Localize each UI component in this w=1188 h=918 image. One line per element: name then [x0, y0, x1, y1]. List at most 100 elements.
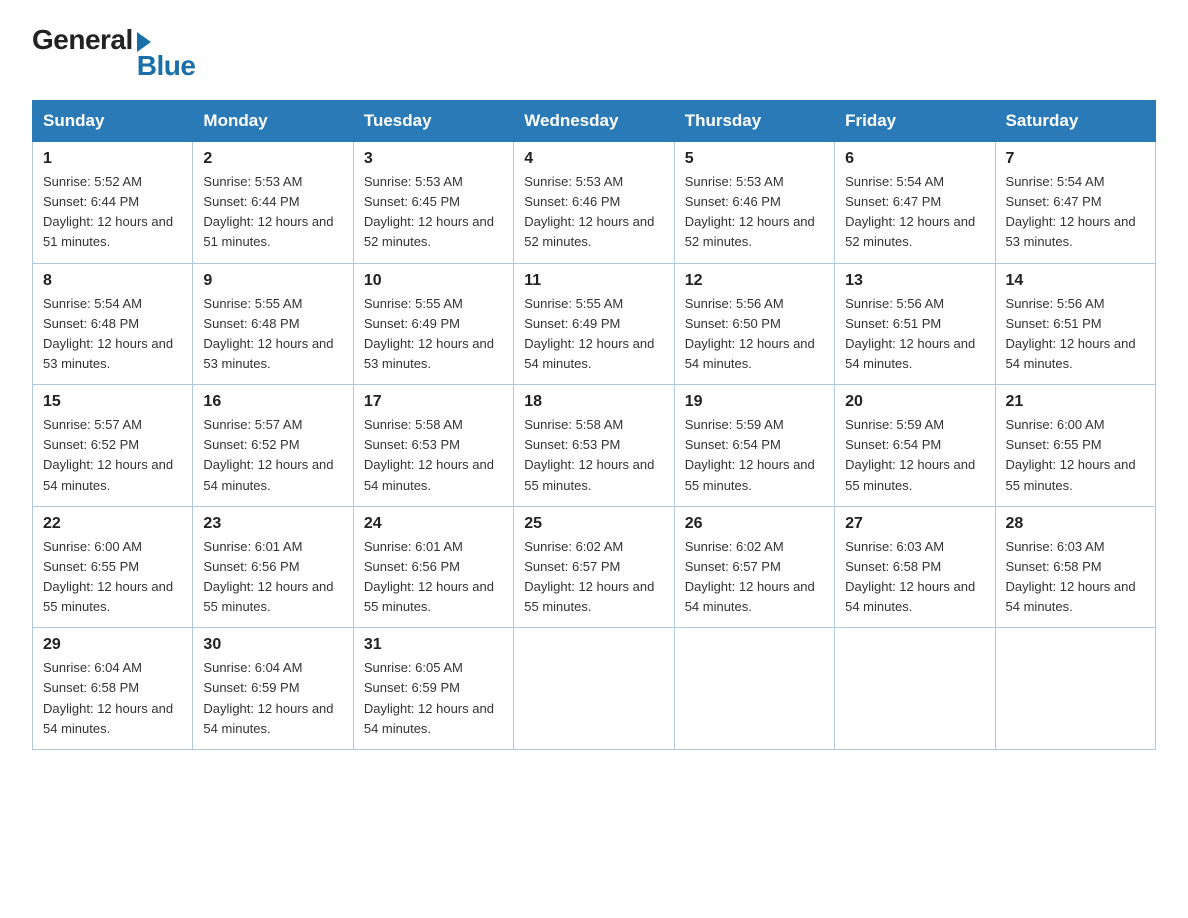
day-number: 6: [845, 150, 984, 168]
day-number: 16: [203, 393, 342, 411]
calendar-cell: 8 Sunrise: 5:54 AMSunset: 6:48 PMDayligh…: [33, 263, 193, 385]
calendar-cell: 4 Sunrise: 5:53 AMSunset: 6:46 PMDayligh…: [514, 142, 674, 264]
logo-blue-text: Blue: [137, 50, 196, 82]
day-number: 5: [685, 150, 824, 168]
calendar-header-row: SundayMondayTuesdayWednesdayThursdayFrid…: [33, 101, 1156, 142]
calendar-cell: 3 Sunrise: 5:53 AMSunset: 6:45 PMDayligh…: [353, 142, 513, 264]
day-number: 29: [43, 636, 182, 654]
calendar-cell: [995, 628, 1155, 750]
day-number: 12: [685, 272, 824, 290]
day-number: 17: [364, 393, 503, 411]
calendar-cell: 22 Sunrise: 6:00 AMSunset: 6:55 PMDaylig…: [33, 506, 193, 628]
day-info: Sunrise: 5:54 AMSunset: 6:47 PMDaylight:…: [1006, 174, 1136, 249]
calendar-cell: 2 Sunrise: 5:53 AMSunset: 6:44 PMDayligh…: [193, 142, 353, 264]
calendar-cell: 14 Sunrise: 5:56 AMSunset: 6:51 PMDaylig…: [995, 263, 1155, 385]
day-info: Sunrise: 5:55 AMSunset: 6:48 PMDaylight:…: [203, 296, 333, 371]
day-info: Sunrise: 6:04 AMSunset: 6:58 PMDaylight:…: [43, 660, 173, 735]
day-number: 28: [1006, 515, 1145, 533]
day-number: 31: [364, 636, 503, 654]
week-row-5: 29 Sunrise: 6:04 AMSunset: 6:58 PMDaylig…: [33, 628, 1156, 750]
day-info: Sunrise: 6:01 AMSunset: 6:56 PMDaylight:…: [203, 539, 333, 614]
day-number: 8: [43, 272, 182, 290]
day-number: 13: [845, 272, 984, 290]
day-info: Sunrise: 6:04 AMSunset: 6:59 PMDaylight:…: [203, 660, 333, 735]
day-number: 10: [364, 272, 503, 290]
calendar-cell: 17 Sunrise: 5:58 AMSunset: 6:53 PMDaylig…: [353, 385, 513, 507]
day-info: Sunrise: 5:54 AMSunset: 6:48 PMDaylight:…: [43, 296, 173, 371]
calendar-cell: 21 Sunrise: 6:00 AMSunset: 6:55 PMDaylig…: [995, 385, 1155, 507]
calendar-cell: 29 Sunrise: 6:04 AMSunset: 6:58 PMDaylig…: [33, 628, 193, 750]
day-info: Sunrise: 5:53 AMSunset: 6:46 PMDaylight:…: [524, 174, 654, 249]
day-number: 25: [524, 515, 663, 533]
logo-arrow-icon: [137, 32, 151, 52]
day-number: 19: [685, 393, 824, 411]
calendar-cell: 7 Sunrise: 5:54 AMSunset: 6:47 PMDayligh…: [995, 142, 1155, 264]
day-number: 1: [43, 150, 182, 168]
header-saturday: Saturday: [995, 101, 1155, 142]
day-info: Sunrise: 6:01 AMSunset: 6:56 PMDaylight:…: [364, 539, 494, 614]
header-thursday: Thursday: [674, 101, 834, 142]
day-number: 18: [524, 393, 663, 411]
header-sunday: Sunday: [33, 101, 193, 142]
day-number: 26: [685, 515, 824, 533]
calendar-cell: 27 Sunrise: 6:03 AMSunset: 6:58 PMDaylig…: [835, 506, 995, 628]
day-info: Sunrise: 6:02 AMSunset: 6:57 PMDaylight:…: [524, 539, 654, 614]
day-info: Sunrise: 6:05 AMSunset: 6:59 PMDaylight:…: [364, 660, 494, 735]
day-number: 2: [203, 150, 342, 168]
calendar-cell: 25 Sunrise: 6:02 AMSunset: 6:57 PMDaylig…: [514, 506, 674, 628]
day-info: Sunrise: 5:56 AMSunset: 6:51 PMDaylight:…: [845, 296, 975, 371]
day-info: Sunrise: 5:53 AMSunset: 6:46 PMDaylight:…: [685, 174, 815, 249]
week-row-4: 22 Sunrise: 6:00 AMSunset: 6:55 PMDaylig…: [33, 506, 1156, 628]
day-number: 22: [43, 515, 182, 533]
day-number: 30: [203, 636, 342, 654]
day-number: 24: [364, 515, 503, 533]
day-info: Sunrise: 6:00 AMSunset: 6:55 PMDaylight:…: [1006, 417, 1136, 492]
calendar-cell: 10 Sunrise: 5:55 AMSunset: 6:49 PMDaylig…: [353, 263, 513, 385]
calendar-cell: [674, 628, 834, 750]
page-header: General General Blue: [32, 24, 1156, 82]
calendar-cell: 12 Sunrise: 5:56 AMSunset: 6:50 PMDaylig…: [674, 263, 834, 385]
day-info: Sunrise: 5:57 AMSunset: 6:52 PMDaylight:…: [43, 417, 173, 492]
calendar-cell: 13 Sunrise: 5:56 AMSunset: 6:51 PMDaylig…: [835, 263, 995, 385]
calendar-cell: 19 Sunrise: 5:59 AMSunset: 6:54 PMDaylig…: [674, 385, 834, 507]
calendar-cell: 1 Sunrise: 5:52 AMSunset: 6:44 PMDayligh…: [33, 142, 193, 264]
header-friday: Friday: [835, 101, 995, 142]
day-info: Sunrise: 5:52 AMSunset: 6:44 PMDaylight:…: [43, 174, 173, 249]
week-row-3: 15 Sunrise: 5:57 AMSunset: 6:52 PMDaylig…: [33, 385, 1156, 507]
logo: General General Blue: [32, 24, 195, 82]
calendar-cell: 26 Sunrise: 6:02 AMSunset: 6:57 PMDaylig…: [674, 506, 834, 628]
week-row-1: 1 Sunrise: 5:52 AMSunset: 6:44 PMDayligh…: [33, 142, 1156, 264]
day-info: Sunrise: 5:59 AMSunset: 6:54 PMDaylight:…: [685, 417, 815, 492]
calendar-cell: 31 Sunrise: 6:05 AMSunset: 6:59 PMDaylig…: [353, 628, 513, 750]
week-row-2: 8 Sunrise: 5:54 AMSunset: 6:48 PMDayligh…: [33, 263, 1156, 385]
day-number: 15: [43, 393, 182, 411]
day-number: 21: [1006, 393, 1145, 411]
calendar-cell: [514, 628, 674, 750]
header-monday: Monday: [193, 101, 353, 142]
day-info: Sunrise: 5:58 AMSunset: 6:53 PMDaylight:…: [364, 417, 494, 492]
day-info: Sunrise: 6:02 AMSunset: 6:57 PMDaylight:…: [685, 539, 815, 614]
day-info: Sunrise: 5:54 AMSunset: 6:47 PMDaylight:…: [845, 174, 975, 249]
calendar-cell: 28 Sunrise: 6:03 AMSunset: 6:58 PMDaylig…: [995, 506, 1155, 628]
calendar-cell: 23 Sunrise: 6:01 AMSunset: 6:56 PMDaylig…: [193, 506, 353, 628]
day-info: Sunrise: 5:56 AMSunset: 6:51 PMDaylight:…: [1006, 296, 1136, 371]
day-number: 20: [845, 393, 984, 411]
day-number: 9: [203, 272, 342, 290]
day-number: 4: [524, 150, 663, 168]
day-info: Sunrise: 5:59 AMSunset: 6:54 PMDaylight:…: [845, 417, 975, 492]
calendar-cell: 5 Sunrise: 5:53 AMSunset: 6:46 PMDayligh…: [674, 142, 834, 264]
day-number: 23: [203, 515, 342, 533]
day-number: 11: [524, 272, 663, 290]
day-info: Sunrise: 5:53 AMSunset: 6:44 PMDaylight:…: [203, 174, 333, 249]
day-number: 3: [364, 150, 503, 168]
calendar-cell: 30 Sunrise: 6:04 AMSunset: 6:59 PMDaylig…: [193, 628, 353, 750]
calendar-cell: 9 Sunrise: 5:55 AMSunset: 6:48 PMDayligh…: [193, 263, 353, 385]
day-info: Sunrise: 5:55 AMSunset: 6:49 PMDaylight:…: [364, 296, 494, 371]
calendar-cell: 11 Sunrise: 5:55 AMSunset: 6:49 PMDaylig…: [514, 263, 674, 385]
header-wednesday: Wednesday: [514, 101, 674, 142]
day-number: 14: [1006, 272, 1145, 290]
calendar-cell: 18 Sunrise: 5:58 AMSunset: 6:53 PMDaylig…: [514, 385, 674, 507]
calendar-table: SundayMondayTuesdayWednesdayThursdayFrid…: [32, 100, 1156, 750]
day-number: 7: [1006, 150, 1145, 168]
calendar-cell: 15 Sunrise: 5:57 AMSunset: 6:52 PMDaylig…: [33, 385, 193, 507]
